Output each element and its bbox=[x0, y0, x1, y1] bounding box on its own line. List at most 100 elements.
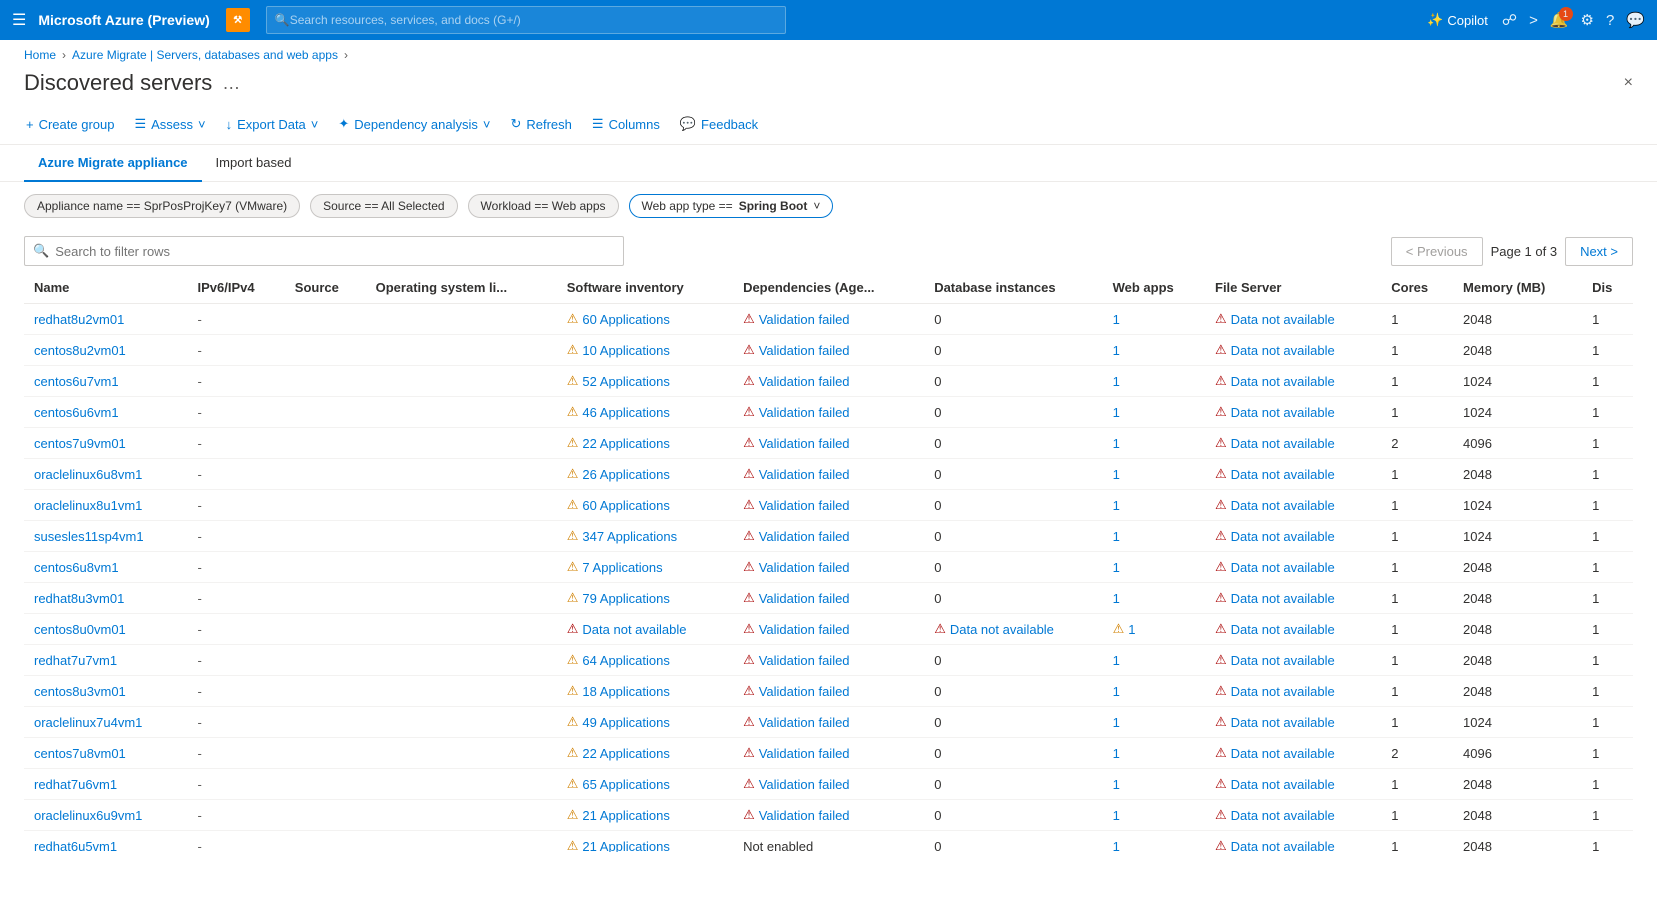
server-name-link[interactable]: oraclelinux6u8vm1 bbox=[34, 467, 142, 482]
webapps-link[interactable]: 1 bbox=[1113, 746, 1120, 761]
dep-link[interactable]: Validation failed bbox=[759, 374, 850, 389]
help-icon[interactable]: ? bbox=[1606, 12, 1614, 29]
db-link[interactable]: Data not available bbox=[950, 622, 1054, 637]
server-name-link[interactable]: redhat8u3vm01 bbox=[34, 591, 124, 606]
dep-link[interactable]: Validation failed bbox=[759, 746, 850, 761]
sw-link[interactable]: 26 Applications bbox=[582, 467, 669, 482]
fs-link[interactable]: Data not available bbox=[1231, 777, 1335, 792]
hamburger-icon[interactable]: ☰ bbox=[12, 10, 26, 30]
server-name-link[interactable]: centos6u8vm1 bbox=[34, 560, 119, 575]
webapps-link[interactable]: 1 bbox=[1113, 312, 1120, 327]
server-name-link[interactable]: centos8u0vm01 bbox=[34, 622, 126, 637]
cloud-shell-icon[interactable]: > bbox=[1529, 12, 1538, 29]
fs-link[interactable]: Data not available bbox=[1231, 622, 1335, 637]
sw-link[interactable]: 22 Applications bbox=[582, 746, 669, 761]
fs-link[interactable]: Data not available bbox=[1231, 529, 1335, 544]
search-input[interactable] bbox=[55, 244, 615, 259]
sw-link[interactable]: 65 Applications bbox=[582, 777, 669, 792]
fs-link[interactable]: Data not available bbox=[1231, 746, 1335, 761]
server-name-link[interactable]: oraclelinux6u9vm1 bbox=[34, 808, 142, 823]
dep-link[interactable]: Validation failed bbox=[759, 591, 850, 606]
sw-link[interactable]: 7 Applications bbox=[582, 560, 662, 575]
previous-button[interactable]: < Previous bbox=[1391, 237, 1483, 266]
server-name-link[interactable]: susesles11sp4vm1 bbox=[34, 529, 144, 544]
webapps-link[interactable]: 1 bbox=[1113, 560, 1120, 575]
dep-link[interactable]: Validation failed bbox=[759, 529, 850, 544]
server-name-link[interactable]: centos8u3vm01 bbox=[34, 684, 126, 699]
notifications-icon[interactable]: 🔔 1 bbox=[1550, 11, 1569, 29]
fs-link[interactable]: Data not available bbox=[1231, 684, 1335, 699]
fs-link[interactable]: Data not available bbox=[1231, 653, 1335, 668]
server-name-link[interactable]: centos6u7vm1 bbox=[34, 374, 119, 389]
fs-link[interactable]: Data not available bbox=[1231, 467, 1335, 482]
dep-link[interactable]: Validation failed bbox=[759, 715, 850, 730]
sw-link[interactable]: 21 Applications bbox=[582, 839, 669, 853]
sw-link[interactable]: 49 Applications bbox=[582, 715, 669, 730]
sw-link[interactable]: 60 Applications bbox=[582, 498, 669, 513]
global-search-box[interactable]: 🔍 Search resources, services, and docs (… bbox=[266, 6, 786, 34]
dep-link[interactable]: Validation failed bbox=[759, 653, 850, 668]
server-name-link[interactable]: centos6u6vm1 bbox=[34, 405, 119, 420]
webapps-link[interactable]: 1 bbox=[1113, 467, 1120, 482]
copilot-button[interactable]: ✨ Copilot bbox=[1425, 8, 1490, 32]
sw-link[interactable]: 46 Applications bbox=[582, 405, 669, 420]
feedback-icon[interactable]: 💬 bbox=[1626, 11, 1645, 29]
sw-link[interactable]: 18 Applications bbox=[582, 684, 669, 699]
dep-link[interactable]: Validation failed bbox=[759, 808, 850, 823]
fs-link[interactable]: Data not available bbox=[1231, 343, 1335, 358]
sw-link[interactable]: 52 Applications bbox=[582, 374, 669, 389]
dep-link[interactable]: Validation failed bbox=[759, 777, 850, 792]
webapps-link[interactable]: 1 bbox=[1113, 498, 1120, 513]
server-name-link[interactable]: oraclelinux8u1vm1 bbox=[34, 498, 142, 513]
fs-link[interactable]: Data not available bbox=[1231, 560, 1335, 575]
dep-link[interactable]: Validation failed bbox=[759, 405, 850, 420]
create-group-button[interactable]: + Create group bbox=[24, 113, 116, 136]
webapps-link[interactable]: 1 bbox=[1113, 374, 1120, 389]
webapps-link[interactable]: 1 bbox=[1113, 653, 1120, 668]
webapps-link[interactable]: 1 bbox=[1128, 622, 1135, 637]
fs-link[interactable]: Data not available bbox=[1231, 591, 1335, 606]
dep-link[interactable]: Validation failed bbox=[759, 498, 850, 513]
webapps-link[interactable]: 1 bbox=[1113, 839, 1120, 853]
breadcrumb-migrate[interactable]: Azure Migrate | Servers, databases and w… bbox=[72, 48, 338, 62]
sw-link[interactable]: 22 Applications bbox=[582, 436, 669, 451]
close-icon[interactable]: × bbox=[1624, 74, 1633, 92]
server-name-link[interactable]: redhat7u6vm1 bbox=[34, 777, 117, 792]
dep-link[interactable]: Validation failed bbox=[759, 684, 850, 699]
server-name-link[interactable]: redhat7u7vm1 bbox=[34, 653, 117, 668]
columns-button[interactable]: ☰ Columns bbox=[590, 112, 662, 136]
fs-link[interactable]: Data not available bbox=[1231, 312, 1335, 327]
next-button[interactable]: Next > bbox=[1565, 237, 1633, 266]
filter-web-app-type[interactable]: Web app type == Spring Boot ˅ bbox=[629, 194, 834, 218]
refresh-button[interactable]: ↻ Refresh bbox=[508, 112, 573, 136]
server-name-link[interactable]: oraclelinux7u4vm1 bbox=[34, 715, 142, 730]
server-name-link[interactable]: centos8u2vm01 bbox=[34, 343, 126, 358]
breadcrumb-home[interactable]: Home bbox=[24, 48, 56, 62]
fs-link[interactable]: Data not available bbox=[1231, 715, 1335, 730]
dep-link[interactable]: Validation failed bbox=[759, 467, 850, 482]
sw-link[interactable]: 64 Applications bbox=[582, 653, 669, 668]
server-name-link[interactable]: centos7u9vm01 bbox=[34, 436, 126, 451]
fs-link[interactable]: Data not available bbox=[1231, 839, 1335, 853]
webapps-link[interactable]: 1 bbox=[1113, 715, 1120, 730]
sw-link[interactable]: 79 Applications bbox=[582, 591, 669, 606]
feedback-button[interactable]: 💬 Feedback bbox=[678, 112, 760, 136]
fs-link[interactable]: Data not available bbox=[1231, 405, 1335, 420]
settings-icon[interactable]: ⚙ bbox=[1581, 11, 1594, 29]
webapps-link[interactable]: 1 bbox=[1113, 529, 1120, 544]
fs-link[interactable]: Data not available bbox=[1231, 498, 1335, 513]
dep-link[interactable]: Validation failed bbox=[759, 436, 850, 451]
webapps-link[interactable]: 1 bbox=[1113, 436, 1120, 451]
webapps-link[interactable]: 1 bbox=[1113, 684, 1120, 699]
webapps-link[interactable]: 1 bbox=[1113, 343, 1120, 358]
server-name-link[interactable]: centos7u8vm01 bbox=[34, 746, 126, 761]
page-more-button[interactable]: … bbox=[222, 73, 240, 94]
search-box[interactable]: 🔍 bbox=[24, 236, 624, 266]
fs-link[interactable]: Data not available bbox=[1231, 374, 1335, 389]
dep-link[interactable]: Validation failed bbox=[759, 312, 850, 327]
webapps-link[interactable]: 1 bbox=[1113, 808, 1120, 823]
sw-link[interactable]: Data not available bbox=[582, 622, 686, 637]
server-name-link[interactable]: redhat6u5vm1 bbox=[34, 839, 117, 853]
webapps-link[interactable]: 1 bbox=[1113, 591, 1120, 606]
dependency-analysis-button[interactable]: ✦ Dependency analysis ˅ bbox=[336, 112, 492, 136]
